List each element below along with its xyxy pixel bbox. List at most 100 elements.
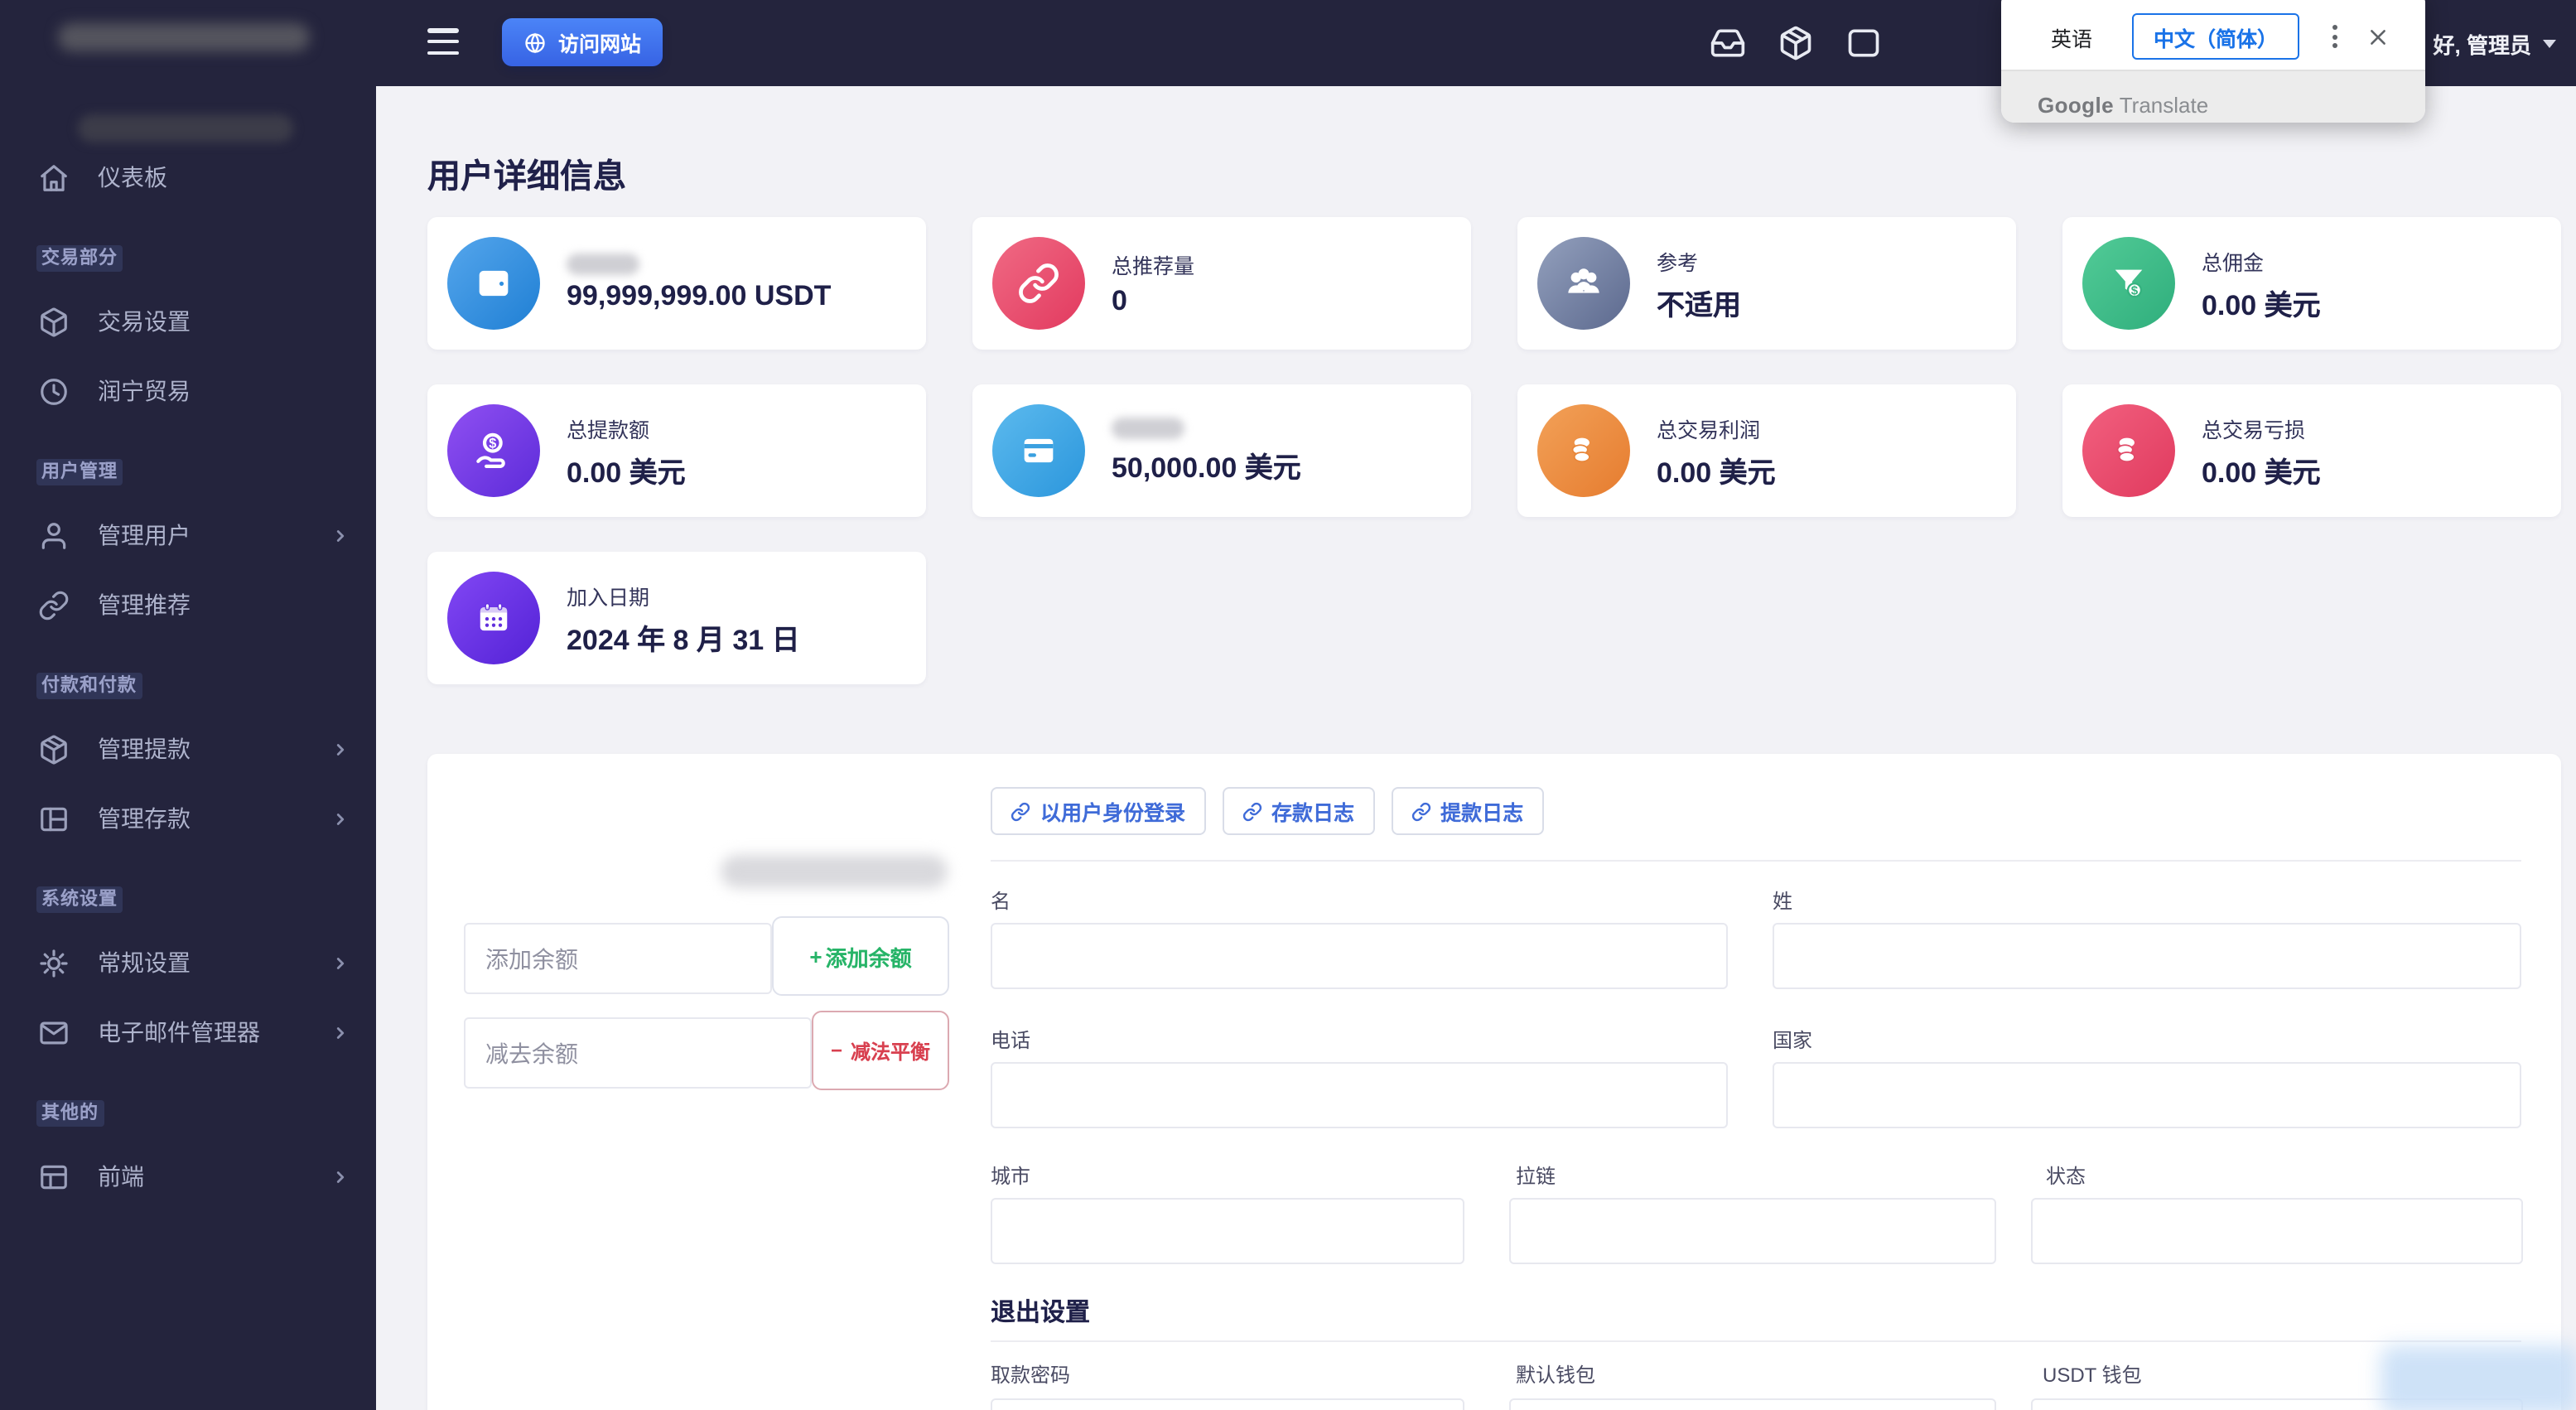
sidebar-item-general-settings[interactable]: 常规设置: [0, 928, 376, 997]
stat-value: 0.00 美元: [2202, 456, 2321, 488]
stat-cards: 99,999,999.00 USDT 总推荐量 0 参考 不适用 $ 总佣金 0…: [427, 217, 2561, 684]
coins-icon: [1537, 404, 1630, 497]
sidebar-item-label: 润宁贸易: [98, 378, 191, 404]
status-label: 状态: [2046, 1165, 2086, 1188]
link-icon: [1242, 801, 1261, 821]
sidebar-item-dashboard[interactable]: 仪表板: [0, 142, 376, 212]
country-label: 国家: [1773, 1029, 1813, 1052]
stat-card-referrals: 总推荐量 0: [972, 217, 1471, 350]
zip-label: 拉链: [1516, 1165, 1556, 1188]
sidebar-item-email-manager[interactable]: 电子邮件管理器: [0, 997, 376, 1067]
package-icon[interactable]: [1778, 25, 1814, 61]
user-name-redacted: [721, 855, 948, 888]
link-icon: [992, 237, 1085, 330]
stat-label: 总交易亏损: [2202, 418, 2306, 442]
sidebar-section-trade: 交易部分: [0, 244, 376, 272]
city-input[interactable]: [991, 1198, 1464, 1264]
stat-card-withdrawals: $ 总提款额 0.00 美元: [427, 384, 926, 517]
sidebar-item-manage-withdrawals[interactable]: 管理提款: [0, 714, 376, 784]
user-menu[interactable]: 好, 管理员: [2434, 0, 2556, 86]
menu-toggle-icon[interactable]: [427, 28, 459, 55]
stat-label: 总佣金: [2202, 251, 2265, 274]
sidebar-item-label: 管理推荐: [98, 592, 191, 618]
sidebar-section-payments: 付款和付款: [0, 671, 376, 699]
sidebar-section-users: 用户管理: [0, 457, 376, 485]
chevron-right-icon: [331, 809, 350, 828]
stat-card-deposit: 50,000.00 美元: [972, 384, 1471, 517]
stat-card-balance: 99,999,999.00 USDT: [427, 217, 926, 350]
sidebar-item-label: 管理存款: [98, 805, 191, 832]
translate-tab-english[interactable]: 英语: [2051, 21, 2092, 52]
stat-label: 总交易利润: [1657, 418, 1761, 442]
country-input[interactable]: [1773, 1062, 2521, 1128]
subtract-balance-input[interactable]: [464, 1017, 812, 1089]
stat-label: 参考: [1657, 251, 1699, 274]
minus-icon: −: [830, 1039, 842, 1062]
chevron-right-icon: [331, 1023, 350, 1041]
google-translate-popup: 英语 中文（简体） Google Translate: [2001, 0, 2425, 123]
plus-icon: +: [809, 944, 822, 968]
login-as-user-button[interactable]: 以用户身份登录: [991, 787, 1206, 835]
phone-label: 电话: [991, 1029, 1031, 1052]
add-balance-button[interactable]: + 添加余额: [772, 916, 949, 996]
wallet-icon: [447, 237, 540, 330]
main-content: 用户详细信息 99,999,999.00 USDT 总推荐量 0 参考 不适用 …: [376, 86, 2576, 1410]
sidebar-item-manage-deposits[interactable]: 管理存款: [0, 784, 376, 853]
add-balance-input[interactable]: [464, 923, 772, 994]
sidebar-item-manage-referrals[interactable]: 管理推荐: [0, 570, 376, 640]
zip-input[interactable]: [1509, 1198, 1996, 1264]
stat-value: 0.00 美元: [2202, 289, 2321, 321]
credit-card-icon: [992, 404, 1085, 497]
home-icon: [36, 161, 70, 194]
stat-card-trade-loss: 总交易亏损 0.00 美元: [2062, 384, 2561, 517]
sidebar-item-frontend[interactable]: 前端: [0, 1142, 376, 1211]
sidebar-logo-redacted: [58, 23, 310, 51]
visit-website-button[interactable]: 访问网站: [502, 18, 663, 66]
default-wallet-input[interactable]: [1509, 1398, 1996, 1410]
admin-dashboard-page: 仪表板 交易部分 交易设置 润宁贸易 用户管理 管理用户 管理推荐 付款和付款 …: [0, 0, 2576, 1410]
gear-icon: [36, 946, 70, 979]
chevron-right-icon: [331, 1167, 350, 1185]
sidebar-logo-subtitle-redacted: [78, 114, 293, 142]
flag-icon[interactable]: [1845, 25, 1882, 61]
first-name-input[interactable]: [991, 923, 1728, 989]
sidebar-item-label: 前端: [98, 1163, 144, 1190]
close-icon[interactable]: [2367, 26, 2389, 47]
stat-label-redacted: [1112, 417, 1184, 438]
google-translate-brand: Google Translate: [2038, 92, 2209, 117]
sidebar-item-label: 交易设置: [98, 308, 191, 335]
inbox-icon[interactable]: [1710, 25, 1746, 61]
sidebar-item-label: 电子邮件管理器: [98, 1019, 260, 1045]
phone-input[interactable]: [991, 1062, 1728, 1128]
stat-value: 0: [1112, 285, 1127, 316]
last-name-input[interactable]: [1773, 923, 2521, 989]
default-wallet-label: 默认钱包: [1516, 1364, 1596, 1387]
status-input[interactable]: [2031, 1198, 2523, 1264]
deposit-log-button[interactable]: 存款日志: [1222, 787, 1375, 835]
cube-icon: [36, 305, 70, 338]
stat-value: 不适用: [1657, 289, 1741, 321]
translate-tab-chinese[interactable]: 中文（简体）: [2132, 13, 2300, 60]
stat-value: 2024 年 8 月 31 日: [567, 624, 800, 655]
sidebar-section-others: 其他的: [0, 1099, 376, 1127]
svg-text:$: $: [489, 436, 496, 451]
subtract-balance-button[interactable]: − 减法平衡: [812, 1011, 949, 1090]
topbar-icons: [1710, 0, 1913, 86]
page-title: 用户详细信息: [427, 159, 626, 196]
withdraw-log-button[interactable]: 提款日志: [1391, 787, 1544, 835]
user-icon: [36, 519, 70, 552]
divider: [991, 860, 2521, 862]
sidebar-section-system: 系统设置: [0, 885, 376, 913]
withdraw-settings-title: 退出设置: [991, 1299, 1091, 1327]
withdraw-password-input[interactable]: [991, 1398, 1464, 1410]
grid-icon: [36, 802, 70, 835]
sidebar-item-label: 管理提款: [98, 736, 191, 762]
sidebar-item-trade-settings[interactable]: 交易设置: [0, 287, 376, 356]
chevron-right-icon: [331, 954, 350, 972]
stat-label-redacted: [567, 254, 639, 275]
more-options-icon[interactable]: [2326, 18, 2344, 55]
sidebar: 仪表板 交易部分 交易设置 润宁贸易 用户管理 管理用户 管理推荐 付款和付款 …: [0, 0, 376, 1410]
sidebar-item-manage-users[interactable]: 管理用户: [0, 500, 376, 570]
sidebar-item-runn-trade[interactable]: 润宁贸易: [0, 356, 376, 426]
funnel-dollar-icon: $: [2082, 237, 2175, 330]
